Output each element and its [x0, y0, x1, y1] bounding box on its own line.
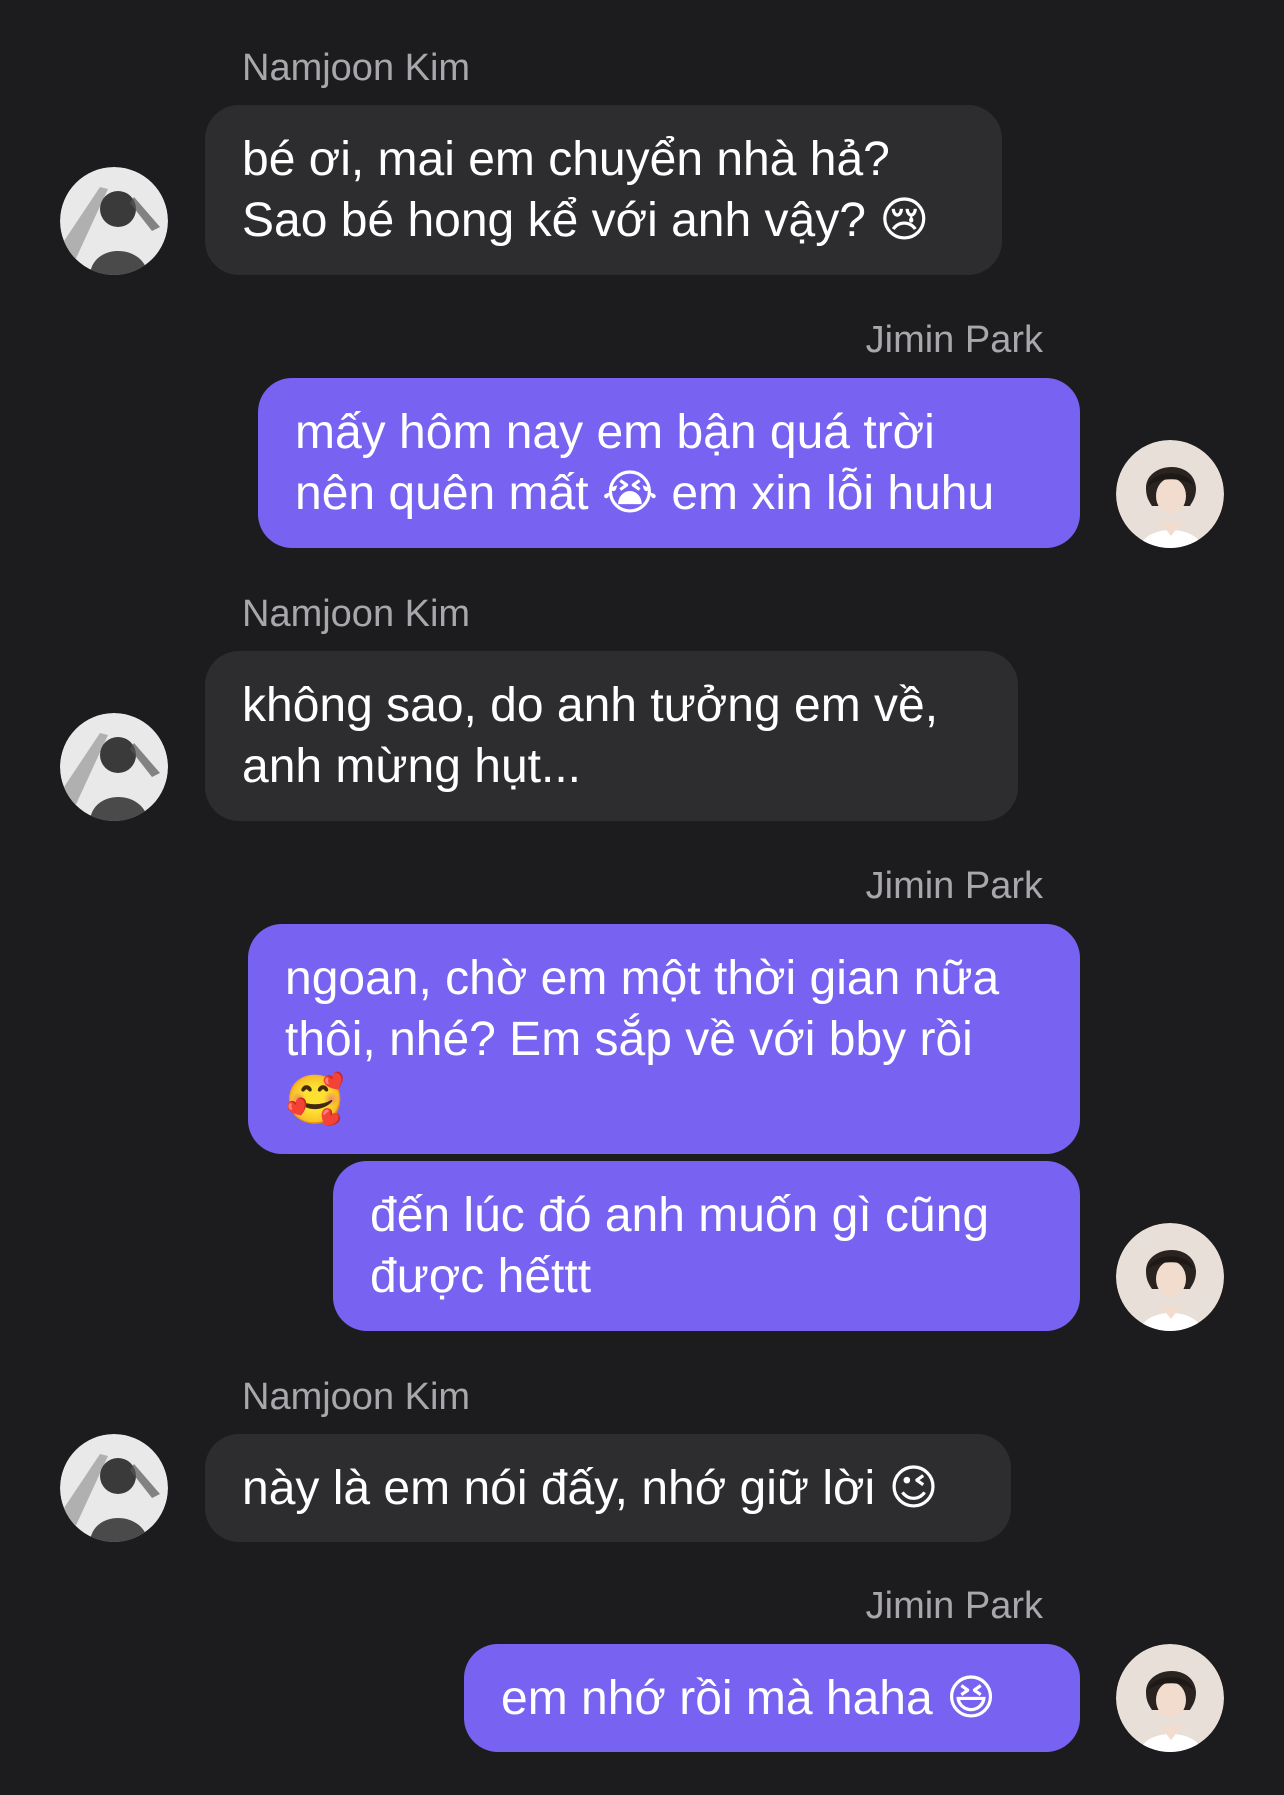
- jimin-avatar-icon[interactable]: [1116, 1223, 1224, 1331]
- sender-name-jimin: Jimin Park: [865, 865, 1043, 907]
- message-bubble-outgoing[interactable]: đến lúc đó anh muốn gì cũng được hếttt: [333, 1161, 1080, 1331]
- message-bubble-incoming[interactable]: không sao, do anh tưởng em về, anh mừng …: [205, 651, 1018, 821]
- namjoon-avatar-icon[interactable]: [60, 1434, 168, 1542]
- sender-name-jimin: Jimin Park: [865, 1585, 1043, 1627]
- sender-name-namjoon: Namjoon Kim: [242, 593, 471, 635]
- message-bubble-outgoing[interactable]: mấy hôm nay em bận quá trời nên quên mất…: [258, 378, 1080, 548]
- message-bubble-incoming[interactable]: bé ơi, mai em chuyển nhà hả? Sao bé hong…: [205, 105, 1002, 275]
- message-bubble-outgoing[interactable]: ngoan, chờ em một thời gian nữa thôi, nh…: [248, 924, 1080, 1154]
- sender-name-namjoon: Namjoon Kim: [242, 1376, 471, 1418]
- namjoon-avatar-icon[interactable]: [60, 167, 168, 275]
- sender-name-namjoon: Namjoon Kim: [242, 47, 471, 89]
- jimin-avatar-icon[interactable]: [1116, 440, 1224, 548]
- namjoon-avatar-icon[interactable]: [60, 713, 168, 821]
- message-bubble-incoming[interactable]: này là em nói đấy, nhớ giữ lời 😉: [205, 1434, 1011, 1542]
- sender-name-jimin: Jimin Park: [865, 319, 1043, 361]
- message-bubble-outgoing[interactable]: em nhớ rồi mà haha 😆: [464, 1644, 1080, 1752]
- jimin-avatar-icon[interactable]: [1116, 1644, 1224, 1752]
